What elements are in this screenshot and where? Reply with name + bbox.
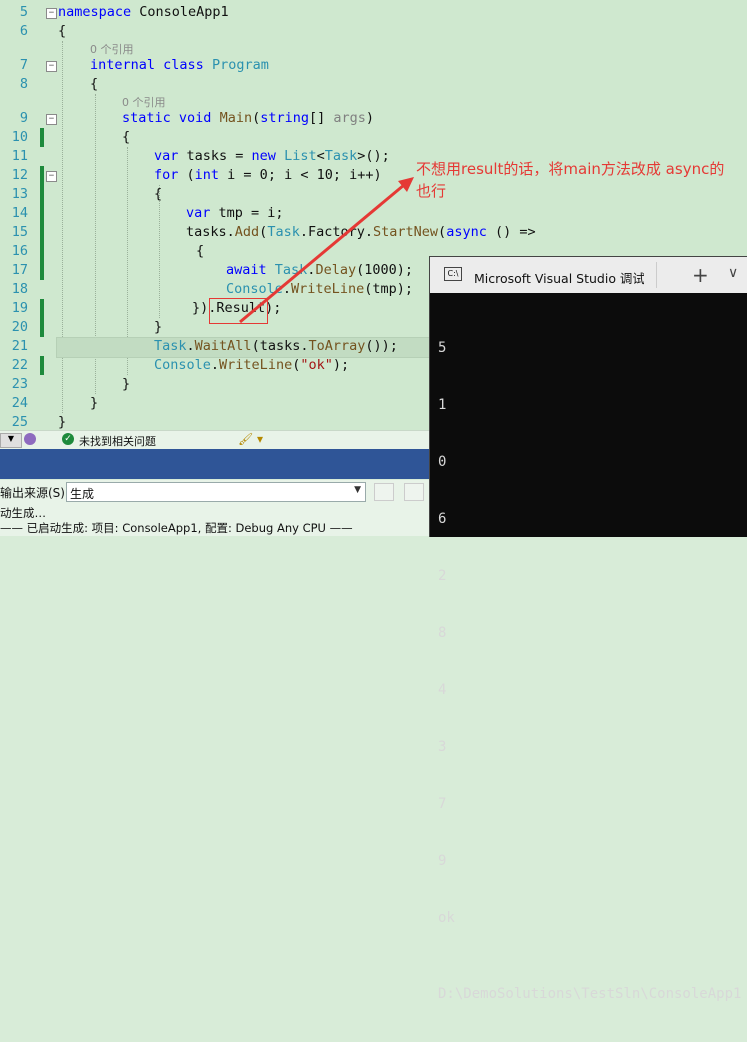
- issues-status[interactable]: 未找到相关问题: [79, 433, 156, 449]
- console-path: D:\DemoSolutions\TestSln\ConsoleApp1: [438, 986, 742, 1002]
- console-line: 7: [438, 796, 447, 812]
- debug-console-window[interactable]: C:\ Microsoft Visual Studio 调试控制 + ∨ 5 1…: [429, 256, 747, 1002]
- console-line: 4: [438, 682, 447, 698]
- console-line: 1: [438, 397, 447, 413]
- new-tab-icon[interactable]: +: [692, 263, 709, 287]
- console-line: 2: [438, 568, 447, 584]
- output-line-2: —— 已启动生成: 项目: ConsoleApp1, 配置: Debug Any…: [0, 521, 353, 535]
- console-line: 9: [438, 853, 447, 869]
- console-line: 6: [438, 511, 447, 527]
- divider: [656, 262, 657, 288]
- output-source-label: 输出来源(S):: [0, 486, 70, 500]
- console-line: 0: [438, 454, 447, 470]
- clear-output-icon[interactable]: [404, 483, 424, 501]
- console-line: ok: [438, 910, 455, 926]
- console-line: 5: [438, 340, 447, 356]
- chevron-down-icon[interactable]: ∨: [728, 265, 738, 281]
- terminal-icon: C:\: [444, 267, 462, 281]
- dropdown-arrow-icon[interactable]: ▼: [0, 433, 22, 448]
- console-title-bar[interactable]: C:\ Microsoft Visual Studio 调试控制 + ∨: [430, 257, 747, 293]
- check-icon: ✓: [62, 433, 74, 445]
- output-line-1: 动生成…: [0, 506, 46, 520]
- output-source-value: 生成: [70, 487, 95, 501]
- copilot-icon[interactable]: [24, 433, 36, 445]
- console-line: 3: [438, 739, 447, 755]
- annotation-line-1: 不想用result的话，将main方法改成 async的: [416, 160, 725, 178]
- annotation-line-2: 也行: [416, 182, 447, 200]
- console-title: Microsoft Visual Studio 调试控制: [474, 271, 644, 286]
- chevron-down-icon: ▼: [354, 485, 361, 495]
- output-panel-header: [0, 449, 430, 479]
- find-in-output-icon[interactable]: [374, 483, 394, 501]
- output-text: 动生成… —— 已启动生成: 项目: ConsoleApp1, 配置: Debu…: [0, 504, 430, 536]
- output-toolbar: 输出来源(S): 生成 ▼: [0, 480, 430, 504]
- output-source-select[interactable]: 生成 ▼: [66, 482, 366, 502]
- brush-icon[interactable]: 🖌 ▾: [238, 432, 263, 446]
- console-output: 5 1 0 6 2 8 4 3 7 9 ok D:\DemoSolutions\…: [438, 301, 741, 1042]
- console-line: 8: [438, 625, 447, 641]
- annotation-note: 不想用result的话，将main方法改成 async的 也行: [416, 158, 746, 202]
- editor-status-bar: ▼ ✓ 未找到相关问题 🖌 ▾: [0, 430, 430, 449]
